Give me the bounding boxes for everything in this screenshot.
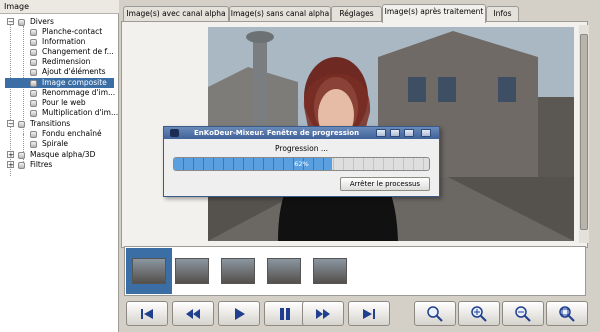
tree-item-label: Divers (30, 17, 54, 26)
collapse-icon[interactable]: − (7, 18, 14, 26)
filmstrip (124, 246, 586, 296)
tab-after-processing[interactable]: Image(s) après traitement (382, 4, 486, 23)
module-icon (30, 131, 37, 138)
tree-item-filtres[interactable]: + Filtres (0, 160, 119, 170)
tree-item-label: Ajout d'éléments (42, 67, 106, 76)
skip-last-icon (363, 308, 375, 319)
scrollbar-thumb[interactable] (580, 34, 588, 230)
module-icon (30, 29, 37, 36)
module-icon (30, 69, 37, 76)
help-icon[interactable] (376, 129, 386, 137)
folder-icon (18, 121, 25, 128)
pause-button[interactable] (264, 301, 306, 326)
module-icon (30, 100, 37, 107)
tree-item-pour-le-web[interactable]: Pour le web (0, 98, 119, 108)
rewind-icon (186, 308, 200, 319)
tree-item-label: Information (42, 37, 86, 46)
folder-icon (18, 162, 25, 169)
vertical-scrollbar[interactable] (579, 25, 589, 243)
tree-item-planche-contact[interactable]: Planche-contact (0, 27, 119, 37)
zoom-out-button[interactable] (502, 301, 544, 326)
zoom-button[interactable] (414, 301, 456, 326)
progress-percent: 62% (294, 160, 309, 168)
tree-item-renommage[interactable]: Renommage d'im... (0, 88, 119, 98)
module-icon (30, 110, 37, 117)
tree-item-label: Image composite (42, 78, 107, 87)
tree-panel: Image − Divers Planche-contact Informati… (0, 0, 119, 332)
tree-item-label: Planche-contact (42, 27, 103, 36)
app-icon (170, 129, 179, 137)
progress-label: Progression ... (275, 144, 328, 153)
module-icon (30, 80, 37, 87)
tab-bar: Image(s) avec canal alpha Image(s) sans … (120, 4, 600, 23)
expand-icon[interactable]: + (7, 161, 14, 169)
skip-first-icon (141, 308, 153, 319)
tree-item-fondu-enchaine[interactable]: Fondu enchaîné (0, 129, 119, 139)
tree-item-divers[interactable]: − Divers (0, 17, 119, 27)
tree-item-image-composite[interactable]: Image composite (5, 78, 114, 88)
folder-icon (18, 19, 25, 26)
fast-forward-button[interactable] (302, 301, 344, 326)
tree-item-label: Masque alpha/3D (30, 150, 96, 159)
progress-bar: 62% (173, 157, 430, 171)
collapse-icon[interactable]: − (7, 120, 14, 128)
tree-item-redimension[interactable]: Redimension (0, 57, 119, 67)
zoom-icon (427, 305, 443, 322)
thumbnail[interactable] (313, 258, 347, 284)
tree-item-ajout-elements[interactable]: Ajout d'éléments (0, 67, 119, 77)
thumbnail[interactable] (267, 258, 301, 284)
module-icon (30, 59, 37, 66)
zoom-fit-button[interactable] (546, 301, 588, 326)
tree-item-changement-de-format[interactable]: Changement de f... (0, 47, 119, 57)
tree-item-label: Spirale (42, 139, 68, 148)
maximize-icon[interactable] (404, 129, 414, 137)
tree-item-transitions[interactable]: − Transitions (0, 119, 119, 129)
tab-without-alpha[interactable]: Image(s) sans canal alpha (229, 6, 331, 22)
folder-icon (18, 152, 25, 159)
tree-item-label: Transitions (30, 119, 71, 128)
thumbnail[interactable] (175, 258, 209, 284)
playback-controls (120, 298, 600, 332)
rewind-button[interactable] (172, 301, 214, 326)
tree-item-label: Multiplication d'im... (42, 108, 119, 117)
tab-settings[interactable]: Réglages (331, 6, 382, 22)
dialog-titlebar[interactable]: EnKoDeur-Mixeur. Fenêtre de progression (164, 127, 439, 139)
progress-dialog: EnKoDeur-Mixeur. Fenêtre de progression … (163, 126, 440, 197)
first-frame-button[interactable] (126, 301, 168, 326)
tree-item-spirale[interactable]: Spirale (0, 139, 119, 149)
tree-item-label: Renommage d'im... (42, 88, 116, 97)
tree-item-masque-alpha[interactable]: + Masque alpha/3D (0, 150, 119, 160)
tree-header: Image (0, 0, 119, 14)
tree-item-label: Filtres (30, 160, 53, 169)
module-icon (30, 90, 37, 97)
tree-item-label: Changement de f... (42, 47, 114, 56)
zoom-out-icon (515, 305, 531, 322)
play-icon (235, 307, 245, 320)
tree-item-label: Redimension (42, 57, 91, 66)
close-icon[interactable] (421, 129, 431, 137)
stop-process-button[interactable]: Arrêter le processus (340, 177, 430, 191)
thumbnail[interactable] (221, 258, 255, 284)
zoom-in-icon (471, 305, 487, 322)
fast-forward-icon (316, 308, 330, 319)
tree-item-multiplication[interactable]: Multiplication d'im... (0, 108, 119, 118)
thumbnail-selected[interactable] (126, 248, 172, 294)
dialog-title: EnKoDeur-Mixeur. Fenêtre de progression (194, 129, 360, 137)
tree-item-label: Fondu enchaîné (42, 129, 102, 138)
module-icon (30, 39, 37, 46)
play-button[interactable] (218, 301, 260, 326)
pause-icon (280, 307, 290, 320)
tab-with-alpha[interactable]: Image(s) avec canal alpha (123, 6, 229, 22)
expand-icon[interactable]: + (7, 151, 14, 159)
module-icon (30, 49, 37, 56)
zoom-in-button[interactable] (458, 301, 500, 326)
tree-item-information[interactable]: Information (0, 37, 119, 47)
tab-infos[interactable]: Infos (486, 6, 519, 22)
module-icon (30, 141, 37, 148)
zoom-fit-icon (559, 305, 575, 322)
last-frame-button[interactable] (348, 301, 390, 326)
minimize-icon[interactable] (390, 129, 400, 137)
thumbnail-image (132, 258, 166, 284)
tree-item-label: Pour le web (42, 98, 86, 107)
